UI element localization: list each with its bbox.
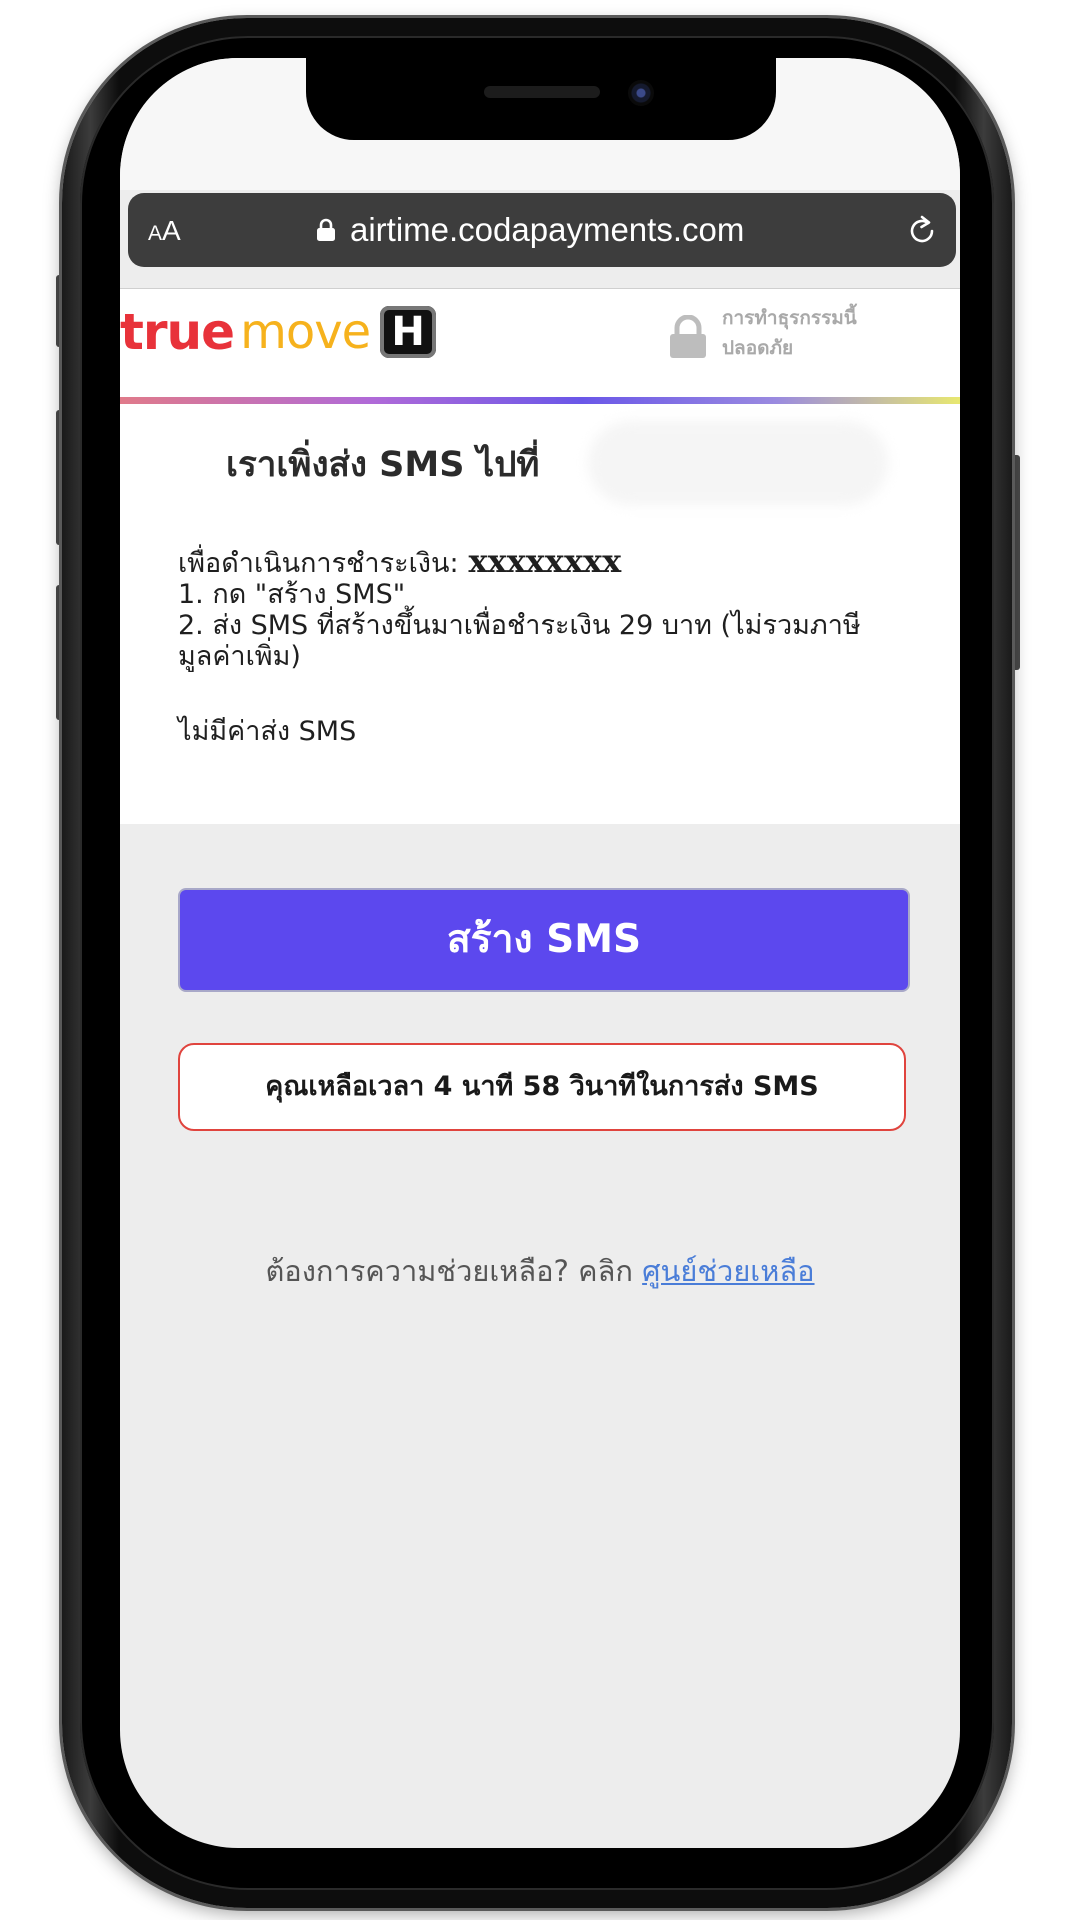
merchant-header: true move H การทำธุรกรรมนี้ ปลอดภัย bbox=[120, 289, 960, 399]
payment-code: xxxxxxxx bbox=[468, 542, 622, 580]
help-line: ต้องการความช่วยเหลือ? คลิก ศูนย์ช่วยเหลื… bbox=[120, 1248, 960, 1294]
step-2-continued: มูลค่าเพิ่ม) bbox=[178, 641, 301, 672]
padlock-icon bbox=[670, 315, 706, 358]
lock-icon bbox=[317, 218, 335, 241]
payment-line: เพื่อดำเนินการชำระเงิน: xxxxxxxx bbox=[178, 545, 908, 579]
logo-move-text: move bbox=[240, 304, 371, 360]
secure-line-1: การทำธุรกรรมนี้ bbox=[722, 307, 857, 329]
front-camera bbox=[628, 80, 654, 106]
redacted-phone-number bbox=[588, 421, 888, 505]
power-button bbox=[1012, 455, 1020, 670]
notch bbox=[306, 58, 776, 140]
address-bar[interactable]: AA airtime.codapayments.com bbox=[128, 193, 956, 267]
phone-screen: AA airtime.codapayments.com true move H bbox=[120, 58, 960, 1848]
countdown-timer: คุณเหลือเวลา 4 นาที 58 วินาทีในการส่ง SM… bbox=[178, 1043, 906, 1131]
url-text[interactable]: airtime.codapayments.com bbox=[350, 208, 744, 252]
truemove-h-logo: true move H bbox=[120, 299, 437, 365]
secure-transaction-note: การทำธุรกรรมนี้ ปลอดภัย bbox=[722, 303, 882, 363]
step-1: 1. กด "สร้าง SMS" bbox=[178, 579, 406, 610]
logo-h-badge: H bbox=[380, 306, 437, 358]
phone-mockup: AA airtime.codapayments.com true move H bbox=[0, 0, 1080, 1920]
help-center-link[interactable]: ศูนย์ช่วยเหลือ bbox=[642, 1254, 814, 1288]
secure-line-2: ปลอดภัย bbox=[722, 337, 794, 359]
text-size-button[interactable]: AA bbox=[148, 213, 181, 249]
earpiece-speaker bbox=[484, 86, 600, 98]
payment-label: เพื่อดำเนินการชำระเงิน: bbox=[178, 548, 459, 579]
reload-icon[interactable] bbox=[904, 213, 940, 249]
logo-true-text: true bbox=[120, 303, 235, 361]
create-sms-button[interactable]: สร้าง SMS bbox=[178, 888, 910, 992]
text-size-large-glyph: A bbox=[162, 215, 181, 246]
step-2: 2. ส่ง SMS ที่สร้างขึ้นมาเพื่อชำระเงิน 2… bbox=[178, 610, 861, 641]
no-fee-note: ไม่มีค่าส่ง SMS bbox=[178, 716, 357, 747]
page-title: เราเพิ่งส่ง SMS ไปที่ bbox=[226, 445, 540, 485]
text-size-small-glyph: A bbox=[148, 222, 163, 245]
help-text: ต้องการความช่วยเหลือ? คลิก bbox=[265, 1254, 633, 1288]
payment-instructions: เพื่อดำเนินการชำระเงิน: xxxxxxxx 1. กด "ส… bbox=[178, 545, 908, 672]
brand-gradient-divider bbox=[120, 397, 960, 404]
